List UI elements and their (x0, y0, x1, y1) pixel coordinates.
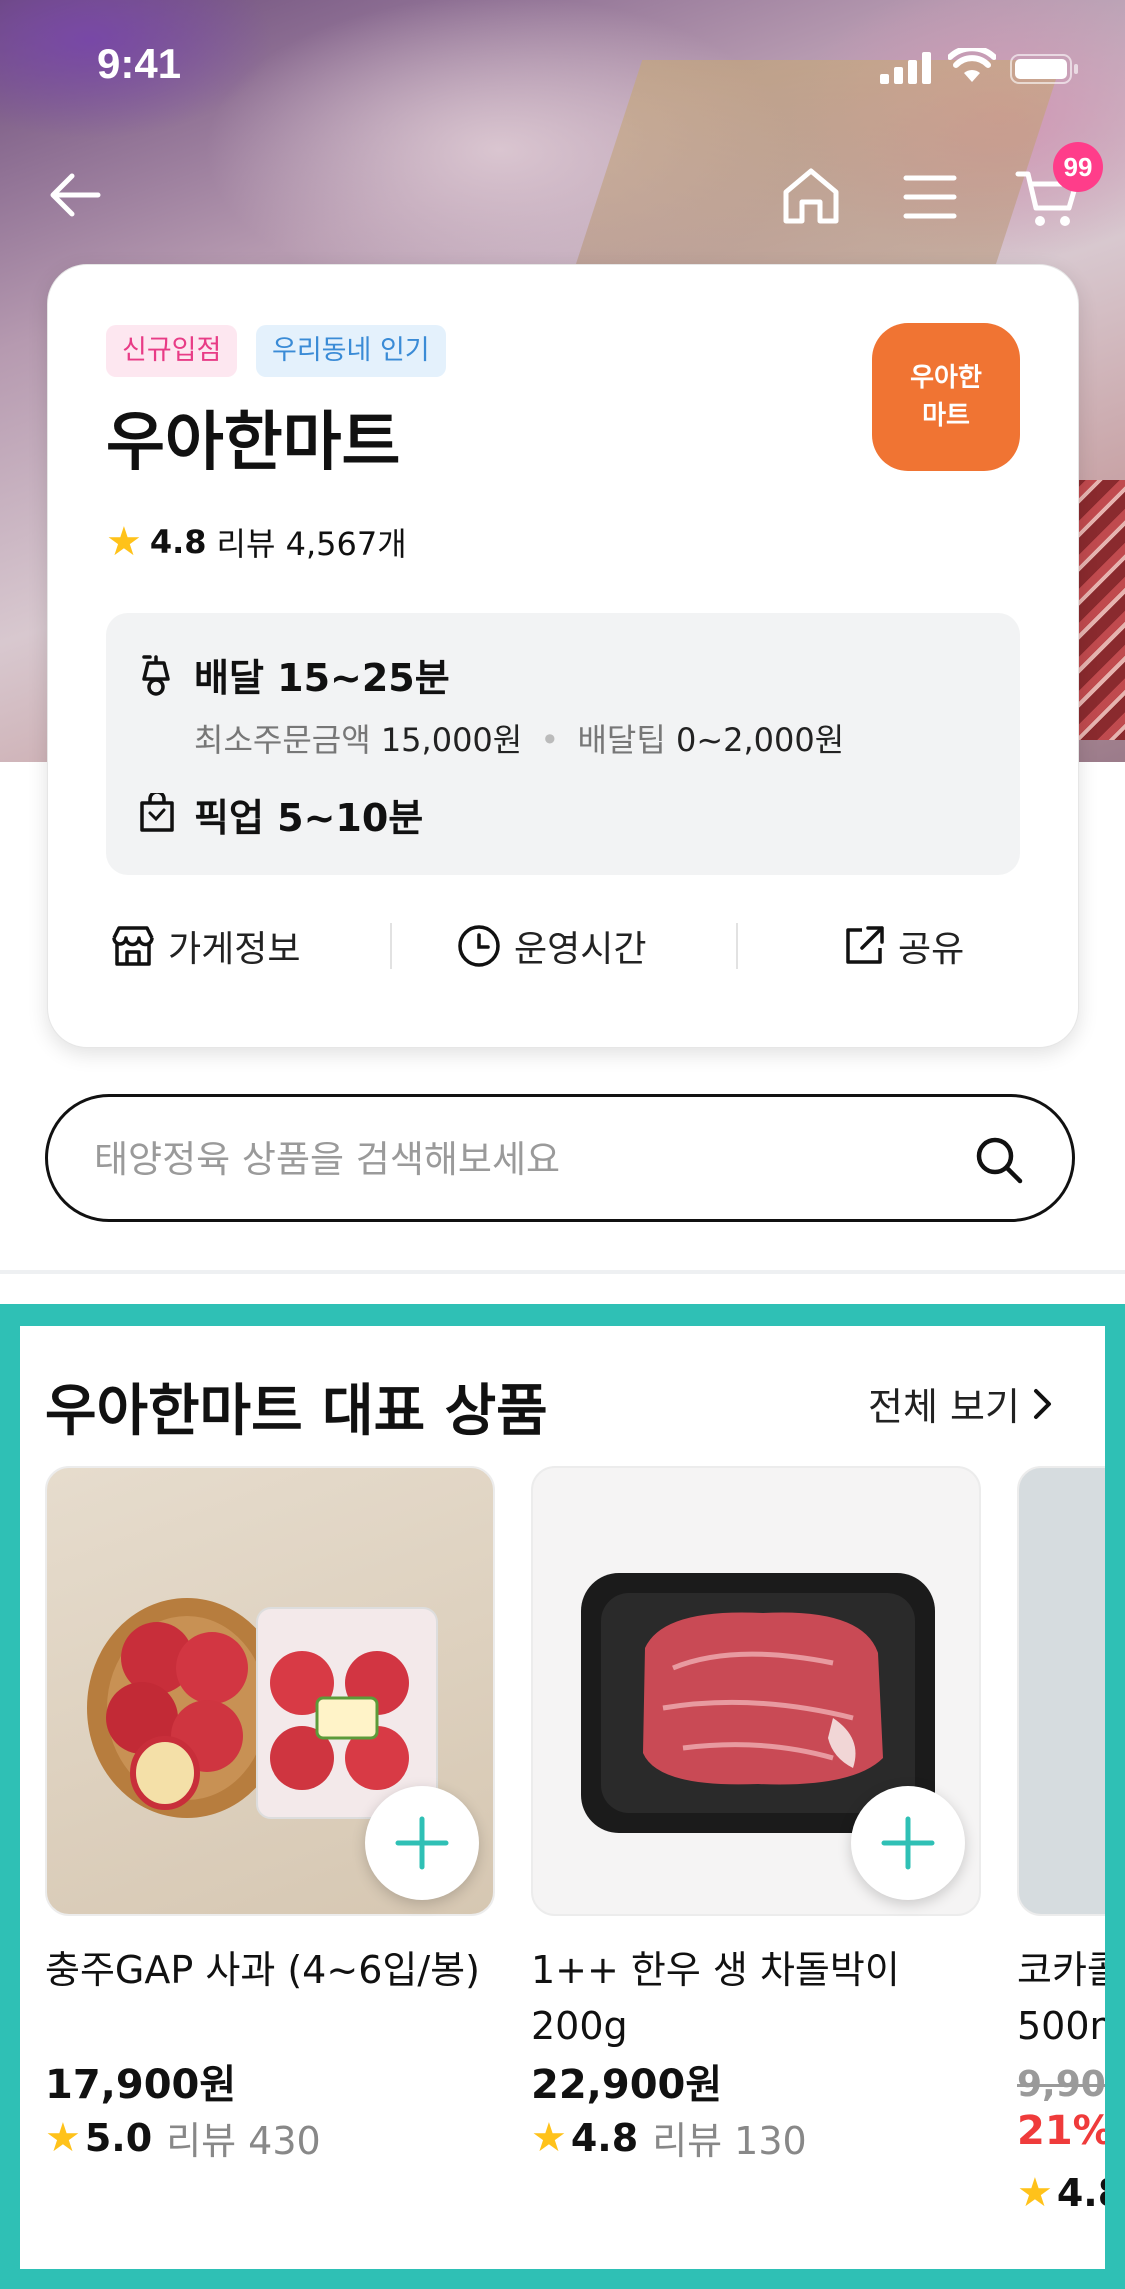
store-info-label: 가게정보 (168, 929, 301, 970)
product-price: 22,900원 (531, 2062, 723, 2108)
product-rating-score: 4.8 (570, 2115, 639, 2160)
action-divider (736, 923, 738, 969)
featured-products-section: 우아한마트 대표 상품 전체 보기 충주GAP 사과 (4~6입/봉) 17,9… (0, 1304, 1125, 2289)
see-all-label: 전체 보기 (868, 1385, 1020, 1429)
plus-icon (881, 1816, 935, 1870)
min-order-value: 15,000원 (380, 721, 523, 759)
product-review-count: 리뷰 130 (652, 2119, 807, 2163)
discount-rate: 21% (1017, 2108, 1105, 2154)
search-input[interactable] (92, 1123, 956, 1195)
pickup-time: 픽업 5~10분 (194, 796, 424, 840)
product-name-line1: 코카콜 (1017, 1948, 1105, 1992)
product-rating: ★ 5.0 리뷰 430 (45, 2110, 321, 2165)
product-name-line2: 500m (1017, 2004, 1105, 2048)
operating-hours-button[interactable]: 운영시간 (456, 901, 646, 991)
product-discount: 21% (1017, 2108, 1105, 2154)
featured-products-panel: 우아한마트 대표 상품 전체 보기 충주GAP 사과 (4~6입/봉) 17,9… (20, 1326, 1105, 2269)
add-to-cart-button[interactable] (851, 1786, 965, 1900)
shopping-bag-icon (140, 793, 174, 832)
store-name: 우아한마트 (106, 406, 401, 480)
product-image-coke[interactable] (1017, 1466, 1105, 1916)
add-to-cart-button[interactable] (365, 1786, 479, 1900)
search-icon[interactable] (974, 1135, 1024, 1185)
cellular-signal-icon (880, 52, 931, 84)
product-rating: ★ 4.8 리뷰 130 (531, 2110, 807, 2165)
store-logo-line2: 마트 (922, 401, 970, 431)
store-icon (112, 926, 154, 966)
plus-icon (395, 1816, 449, 1870)
section-separator (0, 1270, 1125, 1274)
chevron-right-icon (1033, 1388, 1051, 1419)
share-button[interactable]: 공유 (842, 901, 964, 991)
store-info-card: 신규입점 우리동네 인기 우아한마트 우아한 마트 ★ 4.8 리뷰 4,567… (47, 264, 1079, 1048)
product-price: 17,900원 (45, 2062, 237, 2108)
product-name: 1++ 한우 생 차돌박이 200g (531, 1948, 900, 2048)
delivery-time: 배달 15~25분 (194, 656, 450, 700)
back-arrow-icon[interactable] (48, 168, 102, 222)
home-icon[interactable] (780, 166, 842, 226)
featured-title: 우아한마트 대표 상품 (45, 1379, 548, 1444)
delivery-tip-value: 0~2,000원 (675, 721, 845, 759)
product-rating: ★ 4.8 (1017, 2170, 1105, 2216)
delivery-info-box: 배달 15~25분 최소주문금액 15,000원 • 배달팁 0~2,000원 … (106, 613, 1020, 875)
rating-score: 4.8 (149, 523, 207, 561)
product-name: 코카콜 500m (1017, 1942, 1105, 2054)
store-logo-line1: 우아한 (910, 363, 982, 393)
wifi-icon (948, 48, 996, 82)
status-bar: 9:41 (0, 0, 1125, 140)
action-divider (390, 923, 392, 969)
clock-icon (458, 925, 500, 967)
delivery-tip-label: 배달팁 (577, 721, 666, 759)
product-rating-score: 4.8 (1056, 2171, 1105, 2215)
tag-new-store: 신규입점 (106, 325, 238, 377)
review-count: 리뷰 4,567개 (216, 525, 407, 563)
delivery-fees: 최소주문금액 15,000원 • 배달팁 0~2,000원 (194, 715, 844, 761)
product-name: 충주GAP 사과 (4~6입/봉) (45, 1948, 480, 1992)
see-all-link[interactable]: 전체 보기 (868, 1376, 1054, 1431)
star-icon: ★ (45, 2114, 81, 2161)
scooter-icon (142, 655, 170, 696)
store-info-button[interactable]: 가게정보 (110, 901, 300, 991)
cart-count-badge: 99 (1053, 142, 1103, 192)
product-original-price: 9,900 (1017, 2060, 1105, 2106)
battery-icon (1010, 54, 1078, 84)
menu-icon[interactable] (903, 174, 957, 220)
store-action-bar: 가게정보 운영시간 공유 (48, 901, 1078, 991)
share-label: 공유 (898, 929, 965, 970)
share-icon (846, 926, 884, 964)
tag-local-popular: 우리동네 인기 (256, 325, 446, 377)
star-icon: ★ (1017, 2170, 1053, 2216)
star-icon: ★ (106, 519, 142, 565)
store-rating[interactable]: ★ 4.8 리뷰 4,567개 (106, 519, 407, 565)
separator-dot: • (540, 721, 560, 759)
product-rating-score: 5.0 (84, 2115, 153, 2160)
min-order-label: 최소주문금액 (194, 721, 371, 759)
operating-hours-label: 운영시간 (514, 929, 647, 970)
store-logo: 우아한 마트 (872, 323, 1020, 471)
star-icon: ★ (531, 2114, 567, 2161)
original-price: 9,900 (1017, 2064, 1105, 2105)
status-time: 9:41 (97, 40, 182, 87)
product-review-count: 리뷰 430 (166, 2119, 321, 2163)
product-search-bar[interactable] (45, 1094, 1075, 1222)
